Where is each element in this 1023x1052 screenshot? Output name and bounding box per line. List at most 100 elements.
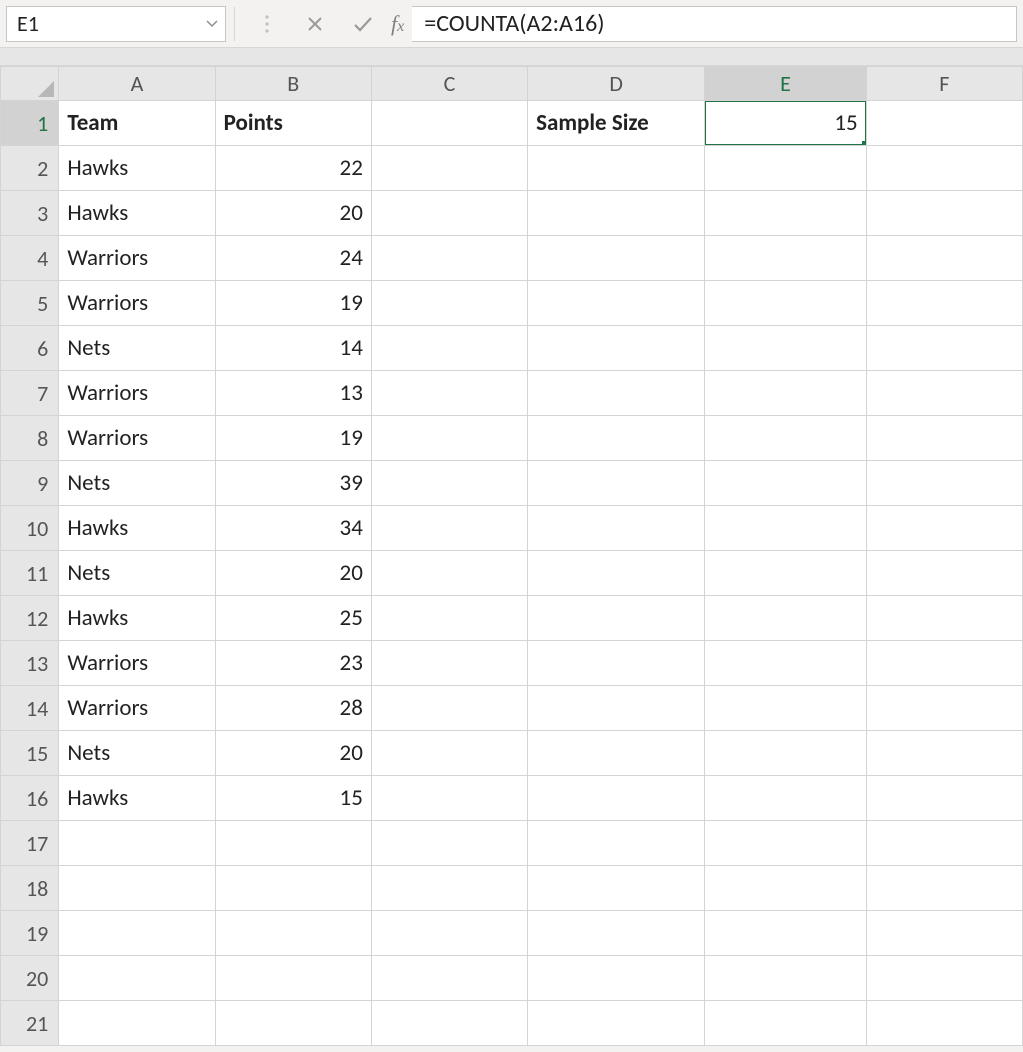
cell-C7[interactable] <box>371 371 527 416</box>
cell-B19[interactable] <box>215 911 371 956</box>
cell-C6[interactable] <box>371 326 527 371</box>
cell-E4[interactable] <box>705 236 866 281</box>
cell-F15[interactable] <box>866 731 1022 776</box>
select-all-corner[interactable] <box>1 67 59 101</box>
row-header-6[interactable]: 6 <box>1 326 59 371</box>
cell-E2[interactable] <box>705 146 866 191</box>
column-header-B[interactable]: B <box>215 67 371 101</box>
cell-A21[interactable] <box>59 1001 215 1046</box>
cell-C18[interactable] <box>371 866 527 911</box>
cell-F18[interactable] <box>866 866 1022 911</box>
cell-E14[interactable] <box>705 686 866 731</box>
cell-E21[interactable] <box>705 1001 866 1046</box>
formula-input[interactable]: =COUNTA(A2:A16) <box>412 6 1017 42</box>
cell-B21[interactable] <box>215 1001 371 1046</box>
cell-A9[interactable]: Nets <box>59 461 215 506</box>
cell-A13[interactable]: Warriors <box>59 641 215 686</box>
cell-E6[interactable] <box>705 326 866 371</box>
cell-C3[interactable] <box>371 191 527 236</box>
cell-D8[interactable] <box>528 416 705 461</box>
cell-D21[interactable] <box>528 1001 705 1046</box>
row-header-20[interactable]: 20 <box>1 956 59 1001</box>
cancel-button[interactable] <box>297 6 333 42</box>
cell-D18[interactable] <box>528 866 705 911</box>
row-header-15[interactable]: 15 <box>1 731 59 776</box>
spreadsheet-grid[interactable]: ABCDEF 1TeamPointsSample Size152Hawks223… <box>0 66 1023 1046</box>
cell-A2[interactable]: Hawks <box>59 146 215 191</box>
row-header-12[interactable]: 12 <box>1 596 59 641</box>
cell-A18[interactable] <box>59 866 215 911</box>
cell-B11[interactable]: 20 <box>215 551 371 596</box>
fx-label[interactable]: fx <box>391 11 404 37</box>
cell-C11[interactable] <box>371 551 527 596</box>
cell-C20[interactable] <box>371 956 527 1001</box>
cell-F19[interactable] <box>866 911 1022 956</box>
cell-E16[interactable] <box>705 776 866 821</box>
cell-C17[interactable] <box>371 821 527 866</box>
cell-C8[interactable] <box>371 416 527 461</box>
cell-F6[interactable] <box>866 326 1022 371</box>
column-header-F[interactable]: F <box>866 67 1022 101</box>
cell-B4[interactable]: 24 <box>215 236 371 281</box>
cell-D6[interactable] <box>528 326 705 371</box>
cell-D9[interactable] <box>528 461 705 506</box>
cell-E19[interactable] <box>705 911 866 956</box>
cell-B18[interactable] <box>215 866 371 911</box>
cell-E11[interactable] <box>705 551 866 596</box>
row-header-16[interactable]: 16 <box>1 776 59 821</box>
cell-F8[interactable] <box>866 416 1022 461</box>
cell-A8[interactable]: Warriors <box>59 416 215 461</box>
name-box-dropdown[interactable] <box>197 7 225 41</box>
cell-A4[interactable]: Warriors <box>59 236 215 281</box>
cell-F12[interactable] <box>866 596 1022 641</box>
cell-E3[interactable] <box>705 191 866 236</box>
cell-C21[interactable] <box>371 1001 527 1046</box>
cell-E5[interactable] <box>705 281 866 326</box>
cell-E9[interactable] <box>705 461 866 506</box>
row-header-14[interactable]: 14 <box>1 686 59 731</box>
row-header-10[interactable]: 10 <box>1 506 59 551</box>
cell-B16[interactable]: 15 <box>215 776 371 821</box>
cell-C13[interactable] <box>371 641 527 686</box>
column-header-D[interactable]: D <box>528 67 705 101</box>
cell-E1[interactable]: 15 <box>705 101 866 146</box>
cell-C16[interactable] <box>371 776 527 821</box>
row-header-2[interactable]: 2 <box>1 146 59 191</box>
row-header-4[interactable]: 4 <box>1 236 59 281</box>
cell-E18[interactable] <box>705 866 866 911</box>
cell-A20[interactable] <box>59 956 215 1001</box>
cell-B1[interactable]: Points <box>215 101 371 146</box>
cell-B15[interactable]: 20 <box>215 731 371 776</box>
cell-B12[interactable]: 25 <box>215 596 371 641</box>
cell-D4[interactable] <box>528 236 705 281</box>
cell-D2[interactable] <box>528 146 705 191</box>
row-header-3[interactable]: 3 <box>1 191 59 236</box>
column-header-A[interactable]: A <box>59 67 215 101</box>
cell-C4[interactable] <box>371 236 527 281</box>
cell-F3[interactable] <box>866 191 1022 236</box>
cell-F11[interactable] <box>866 551 1022 596</box>
row-header-1[interactable]: 1 <box>1 101 59 146</box>
cell-B8[interactable]: 19 <box>215 416 371 461</box>
cell-F9[interactable] <box>866 461 1022 506</box>
cell-F7[interactable] <box>866 371 1022 416</box>
row-header-17[interactable]: 17 <box>1 821 59 866</box>
cell-A6[interactable]: Nets <box>59 326 215 371</box>
cell-B7[interactable]: 13 <box>215 371 371 416</box>
cell-E8[interactable] <box>705 416 866 461</box>
cell-B6[interactable]: 14 <box>215 326 371 371</box>
cell-A5[interactable]: Warriors <box>59 281 215 326</box>
column-header-E[interactable]: E <box>705 67 866 101</box>
row-header-7[interactable]: 7 <box>1 371 59 416</box>
cell-A14[interactable]: Warriors <box>59 686 215 731</box>
cell-B3[interactable]: 20 <box>215 191 371 236</box>
cell-B2[interactable]: 22 <box>215 146 371 191</box>
cell-D5[interactable] <box>528 281 705 326</box>
cell-D10[interactable] <box>528 506 705 551</box>
cell-B20[interactable] <box>215 956 371 1001</box>
cell-A1[interactable]: Team <box>59 101 215 146</box>
cell-E15[interactable] <box>705 731 866 776</box>
more-options-button[interactable] <box>249 6 285 42</box>
cell-E7[interactable] <box>705 371 866 416</box>
cell-D19[interactable] <box>528 911 705 956</box>
